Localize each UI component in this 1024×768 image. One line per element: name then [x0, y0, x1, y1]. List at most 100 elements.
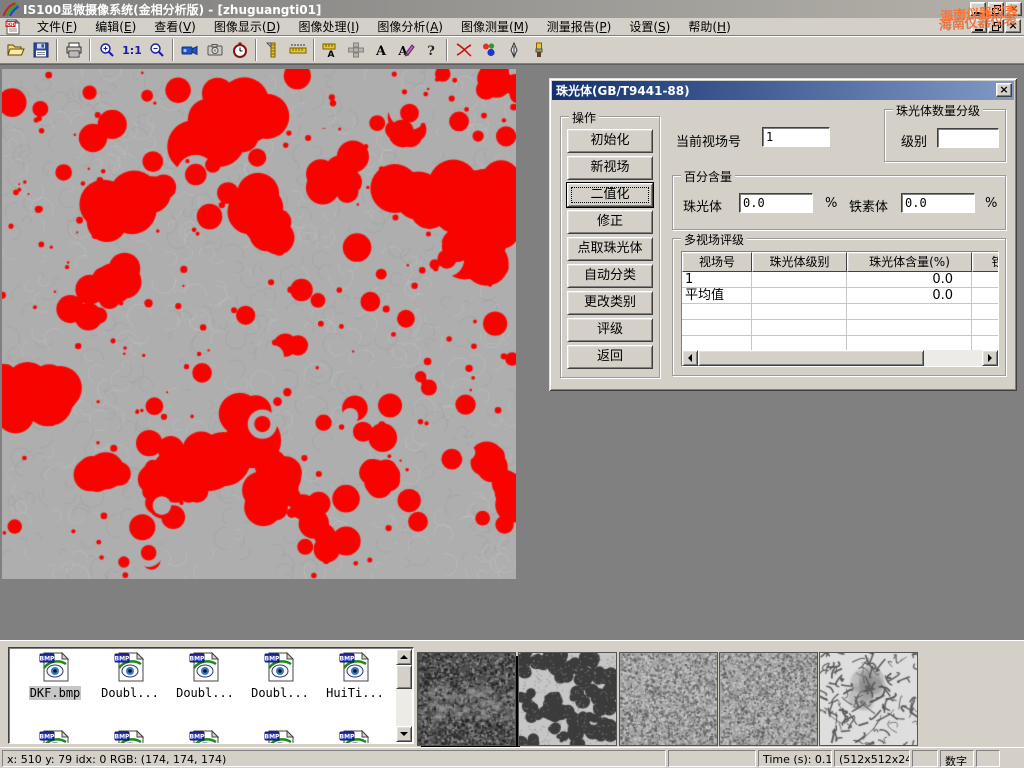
table-row[interactable] — [682, 304, 998, 320]
file-item[interactable]: BMPDoubl... — [169, 652, 241, 700]
table-column-header[interactable]: 铁素体含量(%) — [972, 252, 999, 272]
file-item[interactable]: BMP — [19, 730, 91, 744]
child-close-button[interactable]: × — [1005, 19, 1021, 33]
menu-file[interactable]: 文件(F) — [28, 17, 86, 36]
zoom-out-icon — [149, 42, 165, 58]
measure-label-button[interactable]: A — [318, 38, 343, 62]
scrollbar-thumb[interactable] — [396, 665, 412, 689]
op-button-5[interactable]: 点取珠光体 — [567, 237, 653, 261]
file-item[interactable]: BMPDKF.bmp — [19, 652, 91, 700]
ferrite-percent-input[interactable]: 0.0 — [901, 193, 975, 213]
multi-field-rating-group: 多视场评级 视场号珠光体级别珠光体含量(%)铁素体含量(%)10.0平均值0.0 — [672, 238, 1006, 376]
menu-image-processing[interactable]: 图像处理(I) — [289, 17, 368, 36]
op-button-8[interactable]: 评级 — [567, 318, 653, 342]
sample-thumbnail-3[interactable] — [619, 652, 718, 746]
file-item[interactable]: BMPHuiTi... — [319, 652, 391, 700]
sample-thumbnail-5[interactable] — [819, 652, 918, 746]
edit-text-icon: A — [397, 42, 415, 58]
table-cell — [752, 304, 847, 319]
file-item[interactable]: BMPDoubl... — [244, 652, 316, 700]
table-row[interactable]: 平均值0.0 — [682, 288, 998, 304]
phase-colors-button[interactable] — [476, 38, 501, 62]
zoom-out-button[interactable] — [144, 38, 169, 62]
menu-image-analysis[interactable]: 图像分析(A) — [368, 17, 452, 36]
text-annotate-button[interactable]: A — [368, 38, 393, 62]
op-button-3[interactable]: 二值化 — [567, 183, 653, 207]
table-hscrollbar[interactable] — [682, 350, 998, 366]
table-column-header[interactable]: 珠光体含量(%) — [847, 252, 972, 272]
grid-icon — [348, 42, 364, 58]
edit-text-button[interactable]: A — [393, 38, 418, 62]
pearlite-percent-input[interactable]: 0.0 — [739, 193, 813, 213]
op-button-1[interactable]: 初始化 — [567, 129, 653, 153]
zoom-in-icon — [99, 42, 115, 58]
dialog-body: 操作 初始化新视场二值化修正点取珠光体自动分类更改类别评级返回 当前视场号 1 … — [552, 100, 1014, 388]
op-button-9[interactable]: 返回 — [567, 345, 653, 369]
menu-help[interactable]: 帮助(H) — [679, 17, 739, 36]
op-button-2[interactable]: 新视场 — [567, 156, 653, 180]
file-item[interactable]: BMPDoubl... — [94, 652, 166, 700]
help-button[interactable]: ? — [418, 38, 443, 62]
menu-view[interactable]: 查看(V) — [145, 17, 205, 36]
save-button[interactable] — [28, 38, 53, 62]
menu-settings[interactable]: 设置(S) — [620, 17, 679, 36]
menu-image-measure[interactable]: 图像测量(M) — [452, 17, 538, 36]
scrollbar-track[interactable] — [924, 350, 982, 366]
bmp-file-icon: BMP — [113, 652, 147, 682]
actual-size-button[interactable]: 1:1 — [119, 38, 144, 62]
video-capture-button[interactable] — [177, 38, 202, 62]
scroll-up-button[interactable] — [396, 649, 412, 665]
zoom-in-button[interactable] — [94, 38, 119, 62]
table-cell: 0.0 — [847, 272, 972, 287]
dialog-title-bar[interactable]: 珠光体(GB/T9441-88) × — [552, 81, 1014, 100]
table-row[interactable]: 10.0 — [682, 272, 998, 288]
bmp-file-icon: BMP — [38, 652, 72, 682]
scrollbar-thumb[interactable] — [698, 350, 924, 366]
paint-brush-icon — [533, 42, 545, 58]
paint-brush-button[interactable] — [526, 38, 551, 62]
document-icon[interactable]: DOC — [4, 19, 22, 35]
sample-thumbnail-1[interactable] — [417, 652, 516, 746]
window-title: IS100显微摄像系统(金相分析版) - [zhuguangti01] — [23, 1, 321, 18]
file-item[interactable]: BMP — [169, 730, 241, 744]
op-button-4[interactable]: 修正 — [567, 210, 653, 234]
sample-thumbnail-4[interactable] — [719, 652, 818, 746]
op-button-7[interactable]: 更改类别 — [567, 291, 653, 315]
ruler-button[interactable] — [285, 38, 310, 62]
caliper-button[interactable] — [260, 38, 285, 62]
menu-edit[interactable]: 编辑(E) — [86, 17, 145, 36]
grade-field-input[interactable] — [937, 128, 999, 148]
curve-measure-button[interactable] — [451, 38, 476, 62]
open-file-button[interactable] — [3, 38, 28, 62]
print-button[interactable] — [61, 38, 86, 62]
draw-pen-icon — [508, 42, 520, 58]
menu-measure-report[interactable]: 测量报告(P) — [538, 17, 621, 36]
snapshot-button[interactable] — [202, 38, 227, 62]
file-item[interactable]: BMP — [94, 730, 166, 744]
table-column-header[interactable]: 珠光体级别 — [752, 252, 847, 272]
table-column-header[interactable]: 视场号 — [682, 252, 752, 272]
operations-group-label: 操作 — [569, 109, 599, 126]
grid-button[interactable] — [343, 38, 368, 62]
timer-button[interactable] — [227, 38, 252, 62]
file-item[interactable]: BMP — [244, 730, 316, 744]
op-button-6[interactable]: 自动分类 — [567, 264, 653, 288]
menu-image-display[interactable]: 图像显示(D) — [205, 17, 290, 36]
app-icon — [2, 2, 20, 17]
scroll-down-button[interactable] — [396, 726, 412, 742]
current-field-input[interactable]: 1 — [762, 127, 830, 147]
table-row[interactable] — [682, 320, 998, 336]
file-list-scrollbar[interactable] — [396, 649, 412, 742]
file-item[interactable]: BMP — [319, 730, 391, 744]
scroll-left-button[interactable] — [682, 350, 698, 366]
svg-text:A: A — [374, 44, 386, 58]
bmp-file-icon: BMP — [38, 730, 72, 744]
dialog-close-button[interactable]: × — [996, 83, 1012, 97]
micrograph-image[interactable] — [2, 69, 516, 579]
status-panel-6: 数字 — [940, 750, 974, 767]
table-cell: 1 — [682, 272, 752, 287]
measure-label-icon: A — [322, 42, 340, 58]
draw-pen-button[interactable] — [501, 38, 526, 62]
scroll-right-button[interactable] — [982, 350, 998, 366]
sample-thumbnail-2[interactable] — [518, 652, 617, 746]
